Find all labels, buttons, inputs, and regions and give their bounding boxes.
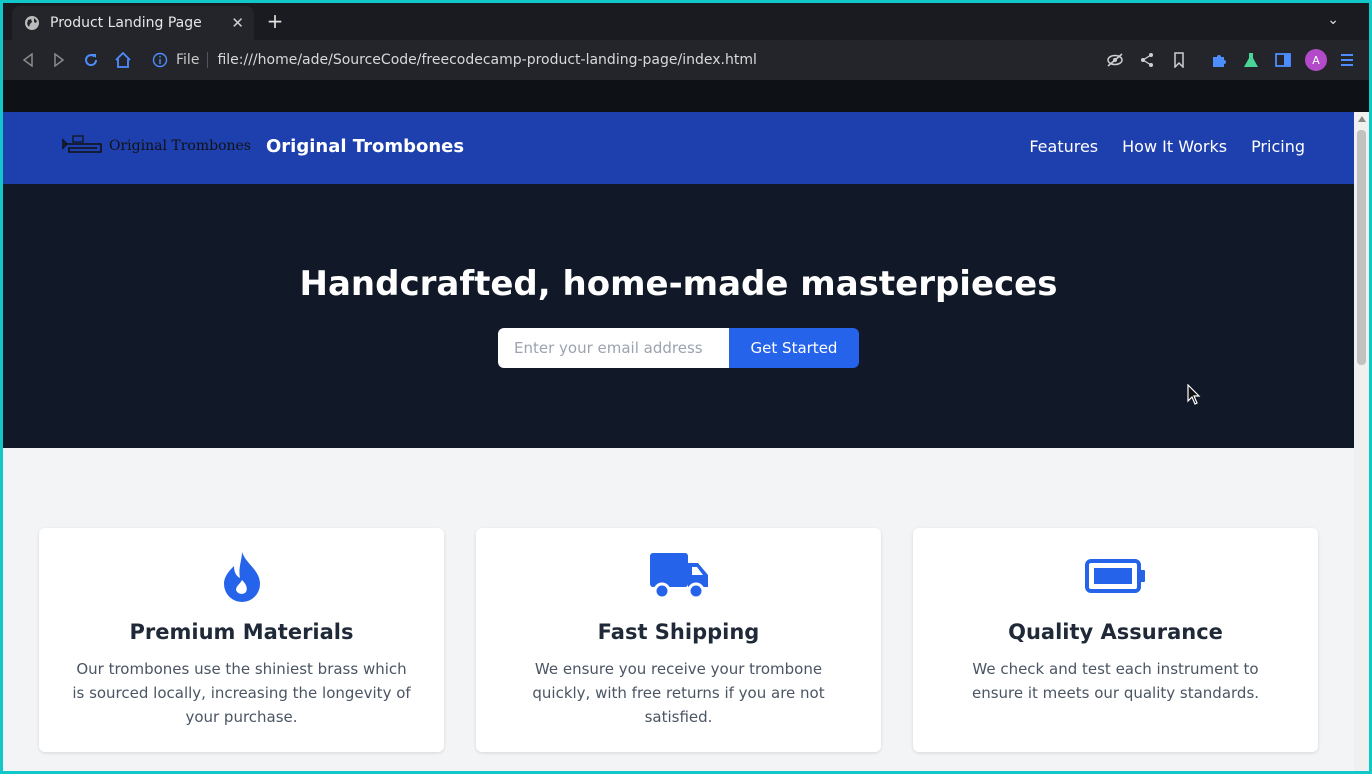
brand-name: Original Trombones xyxy=(266,136,465,157)
new-tab-button[interactable]: + xyxy=(263,10,287,34)
page-scrollbar[interactable] xyxy=(1354,112,1369,771)
tracking-protection-button[interactable] xyxy=(1104,49,1126,71)
sidebar-icon xyxy=(1275,53,1291,67)
reload-button[interactable] xyxy=(80,49,102,71)
tab-close-icon[interactable]: ✕ xyxy=(231,14,244,32)
scrollbar-thumb[interactable] xyxy=(1357,130,1366,365)
tab-list-chevron-icon[interactable]: ⌄ xyxy=(1327,12,1339,28)
flask-icon xyxy=(1244,53,1258,67)
page-viewport: Original Trombones Original Trombones Fe… xyxy=(3,112,1354,771)
get-started-button[interactable]: Get Started xyxy=(729,328,859,368)
tab-title: Product Landing Page xyxy=(50,15,202,31)
logo-text: Original Trombones xyxy=(109,138,251,154)
menu-button[interactable] xyxy=(1336,49,1358,71)
toolbar-spacer xyxy=(3,80,1369,112)
main-nav: Features How It Works Pricing xyxy=(1029,137,1305,156)
battery-icon xyxy=(1084,559,1145,593)
puzzle-icon xyxy=(1213,55,1226,67)
nav-link-features[interactable]: Features xyxy=(1029,137,1098,156)
sidebar-button[interactable] xyxy=(1272,49,1294,71)
browser-window: Product Landing Page ✕ + ⌄ File file:///… xyxy=(0,0,1372,774)
labs-button[interactable] xyxy=(1240,49,1262,71)
feature-card: Premium Materials Our trombones use the … xyxy=(39,528,444,752)
site-header: Original Trombones Original Trombones Fe… xyxy=(3,112,1354,184)
bookmark-button[interactable] xyxy=(1168,49,1190,71)
forward-arrow-icon xyxy=(54,53,65,67)
feature-title: Fast Shipping xyxy=(597,620,760,644)
browser-tab[interactable]: Product Landing Page ✕ xyxy=(12,6,254,40)
nav-link-how-it-works[interactable]: How It Works xyxy=(1122,137,1227,156)
toolbar: File file:///home/ade/SourceCode/freecod… xyxy=(3,40,1369,80)
trombone-icon xyxy=(62,135,102,153)
address-bar[interactable]: File file:///home/ade/SourceCode/freecod… xyxy=(146,46,1200,74)
feature-title: Quality Assurance xyxy=(1008,620,1223,644)
hamburger-menu-icon xyxy=(1341,54,1353,66)
hero-heading: Handcrafted, home-made masterpieces xyxy=(299,264,1058,304)
url-text[interactable]: file:///home/ade/SourceCode/freecodecamp… xyxy=(217,52,756,68)
feature-text: We ensure you receive your trombone quic… xyxy=(532,660,825,726)
bookmark-icon xyxy=(1174,52,1184,68)
extensions-button[interactable] xyxy=(1208,49,1230,71)
scroll-up-arrow-icon[interactable] xyxy=(1358,116,1366,122)
url-scheme: File xyxy=(176,52,209,68)
eye-slash-icon xyxy=(1107,53,1123,67)
forward-button[interactable] xyxy=(48,49,70,71)
site-logo[interactable]: Original Trombones xyxy=(61,132,251,160)
back-button[interactable] xyxy=(17,49,39,71)
home-icon xyxy=(115,52,131,68)
fire-icon xyxy=(223,552,260,602)
hero-section: Handcrafted, home-made masterpieces Get … xyxy=(3,184,1354,448)
home-button[interactable] xyxy=(112,49,134,71)
info-icon[interactable] xyxy=(152,52,168,68)
feature-text: We check and test each instrument to ens… xyxy=(971,660,1260,702)
nav-link-pricing[interactable]: Pricing xyxy=(1251,137,1305,156)
truck-icon xyxy=(649,553,708,600)
feature-card: Quality Assurance We check and test each… xyxy=(913,528,1318,752)
reload-icon xyxy=(85,54,98,67)
profile-avatar[interactable]: A xyxy=(1305,49,1327,71)
tab-bar: Product Landing Page ✕ + ⌄ xyxy=(3,3,1369,40)
feature-card: Fast Shipping We ensure you receive your… xyxy=(476,528,881,752)
share-button[interactable] xyxy=(1136,49,1158,71)
back-arrow-icon xyxy=(22,53,33,67)
feature-text: Our trombones use the shiniest brass whi… xyxy=(72,660,411,726)
mouse-pointer-icon xyxy=(1187,384,1201,405)
share-icon xyxy=(1141,53,1153,67)
feature-title: Premium Materials xyxy=(129,620,354,644)
email-input[interactable] xyxy=(498,328,729,368)
globe-icon xyxy=(25,16,39,30)
